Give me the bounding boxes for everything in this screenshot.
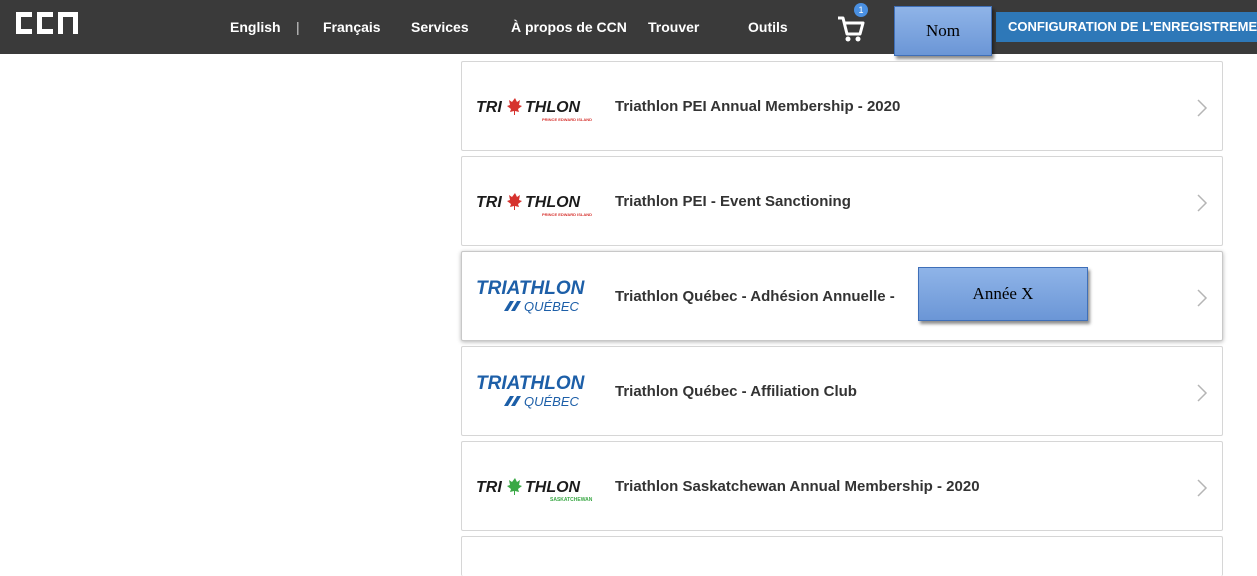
nav-francais[interactable]: Français — [323, 0, 381, 54]
svg-text:PRINCE EDWARD ISLAND: PRINCE EDWARD ISLAND — [542, 117, 592, 122]
list-item[interactable]: TRI THLON PRINCE EDWARD ISLAND Triathlon… — [461, 156, 1223, 246]
list-item-title: Triathlon Saskatchewan Annual Membership… — [615, 478, 980, 495]
svg-text:TRI: TRI — [476, 99, 502, 116]
year-callout-annotation: Année X — [918, 267, 1088, 321]
chevron-right-icon — [1197, 289, 1208, 307]
ccn-logo[interactable] — [14, 10, 80, 36]
chevron-right-icon — [1197, 99, 1208, 117]
svg-text:TRIATHLON: TRIATHLON — [476, 278, 586, 299]
top-navigation-bar: English | Français Services À propos de … — [0, 0, 1257, 54]
list-item[interactable]: TRI THLON PRINCE EDWARD ISLAND Triathlon… — [461, 61, 1223, 151]
nav-separator: | — [296, 19, 300, 35]
list-item[interactable]: TRI THLON SASKATCHEWAN Triathlon Saskatc… — [461, 441, 1223, 531]
registration-configuration-button[interactable]: CONFIGURATION DE L'ENREGISTREMENT — [996, 12, 1257, 42]
list-item-title: Triathlon Québec - Adhésion Annuelle - — [615, 288, 895, 305]
name-callout-annotation: Nom — [894, 6, 992, 56]
list-item-title: Triathlon PEI Annual Membership - 2020 — [615, 98, 901, 115]
svg-text:THLON: THLON — [525, 479, 581, 496]
nav-services[interactable]: Services — [411, 0, 469, 54]
list-item-title: Triathlon Québec - Affiliation Club — [615, 383, 857, 400]
svg-text:QUÉBEC: QUÉBEC — [524, 299, 580, 314]
triathlon-saskatchewan-logo: TRI THLON SASKATCHEWAN — [476, 478, 593, 503]
svg-text:PRINCE EDWARD ISLAND: PRINCE EDWARD ISLAND — [542, 212, 592, 217]
list-item-title: Triathlon PEI - Event Sanctioning — [615, 193, 851, 210]
triathlon-quebec-logo: TRIATHLON QUÉBEC — [476, 373, 586, 409]
svg-text:QUÉBEC: QUÉBEC — [524, 394, 580, 409]
chevron-right-icon — [1197, 384, 1208, 402]
triathlon-quebec-logo: TRIATHLON QUÉBEC — [476, 278, 586, 314]
svg-text:THLON: THLON — [525, 194, 581, 211]
svg-text:THLON: THLON — [525, 99, 581, 116]
list-item[interactable] — [461, 536, 1223, 576]
svg-text:TRIATHLON: TRIATHLON — [476, 373, 586, 394]
triathlon-pei-logo: TRI THLON PRINCE EDWARD ISLAND — [476, 98, 592, 122]
nav-outils[interactable]: Outils — [748, 0, 788, 54]
nav-english[interactable]: English — [230, 0, 281, 54]
chevron-right-icon — [1197, 479, 1208, 497]
svg-text:TRI: TRI — [476, 194, 502, 211]
triathlon-pei-logo: TRI THLON PRINCE EDWARD ISLAND — [476, 193, 592, 217]
list-item[interactable]: TRIATHLON QUÉBEC Triathlon Québec - Affi… — [461, 346, 1223, 436]
chevron-right-icon — [1197, 194, 1208, 212]
list-item[interactable]: TRIATHLON QUÉBEC Triathlon Québec - Adhé… — [461, 251, 1223, 341]
cart-count-badge: 1 — [854, 3, 868, 17]
svg-text:SASKATCHEWAN: SASKATCHEWAN — [550, 497, 593, 503]
nav-trouver[interactable]: Trouver — [648, 0, 699, 54]
svg-text:TRI: TRI — [476, 479, 502, 496]
nav-a-propos[interactable]: À propos de CCN — [511, 0, 627, 54]
